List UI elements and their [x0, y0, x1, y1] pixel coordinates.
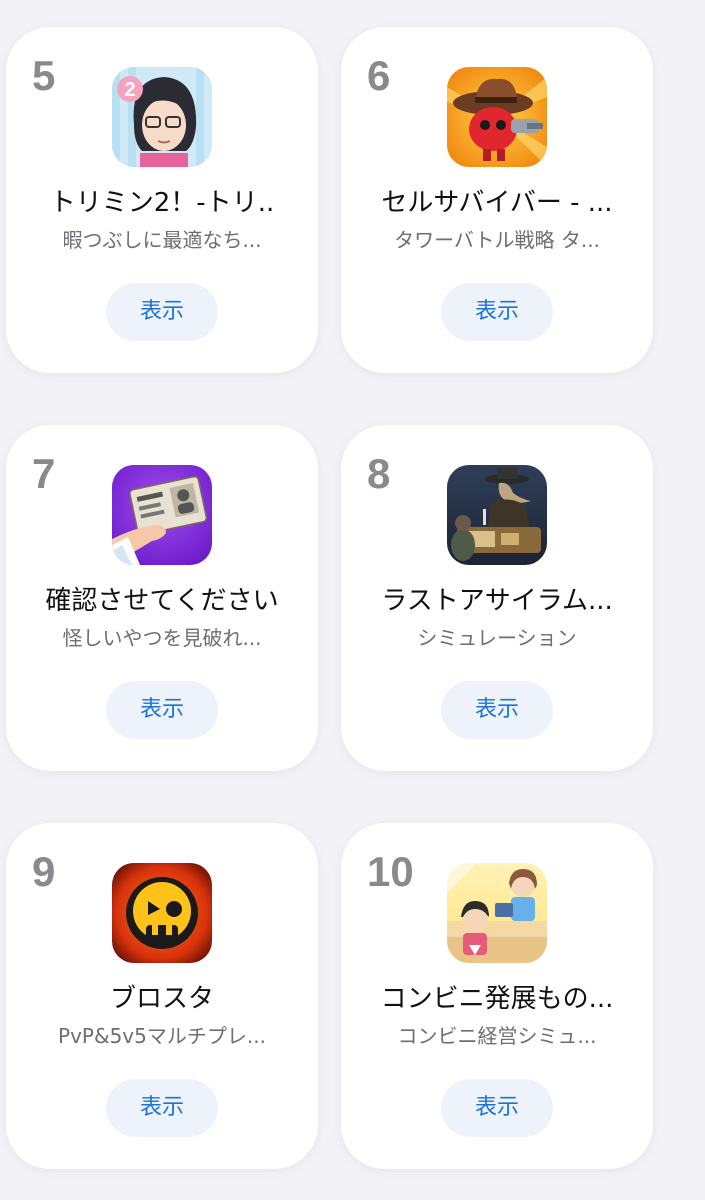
- app-subtitle: シミュレーション: [417, 626, 577, 650]
- character-glasses-icon[interactable]: 2: [112, 67, 212, 167]
- plague-doctor-icon[interactable]: [447, 465, 547, 565]
- app-subtitle: 暇つぶしに最適なち...: [62, 228, 262, 252]
- svg-text:2: 2: [124, 79, 135, 101]
- app-card-rank-10[interactable]: 10 コンビニ発展もの... コンビニ経営シミュ... 表示: [341, 823, 653, 1169]
- view-button[interactable]: 表示: [106, 283, 218, 341]
- app-name[interactable]: ラストアサイラム...: [357, 585, 637, 617]
- skull-badge-icon[interactable]: [112, 863, 212, 963]
- app-name[interactable]: コンビニ発展もの...: [357, 983, 637, 1015]
- app-subtitle: コンビニ経営シミュ...: [397, 1024, 597, 1048]
- rank-number: 8: [367, 450, 391, 497]
- view-button[interactable]: 表示: [106, 1079, 218, 1137]
- app-card-rank-7[interactable]: 7 確認させてください 怪しいやつを見破れ... 表示: [6, 425, 318, 771]
- app-subtitle: PvP&5v5マルチプレ...: [58, 1024, 266, 1048]
- app-name[interactable]: 確認させてください: [22, 585, 302, 617]
- rank-number: 10: [367, 848, 414, 895]
- rank-number: 5: [32, 52, 56, 99]
- id-card-icon[interactable]: [112, 465, 212, 565]
- convenience-store-icon[interactable]: [447, 863, 547, 963]
- view-button[interactable]: 表示: [441, 283, 553, 341]
- app-subtitle: タワーバトル戦略 タ...: [394, 228, 600, 252]
- view-button[interactable]: 表示: [441, 1079, 553, 1137]
- app-card-rank-6[interactable]: 6 セルサバイバー - ... タワーバトル戦略 タ... 表示: [341, 27, 653, 373]
- app-name[interactable]: トリミン2！-トリ..: [22, 187, 302, 219]
- app-name[interactable]: セルサバイバー - ...: [357, 187, 637, 219]
- rank-number: 7: [32, 450, 56, 497]
- cowboy-cell-icon[interactable]: [447, 67, 547, 167]
- rank-number: 9: [32, 848, 56, 895]
- rank-number: 6: [367, 52, 391, 99]
- view-button[interactable]: 表示: [106, 681, 218, 739]
- app-card-rank-5[interactable]: 5 2 トリミン2！-トリ.. 暇つぶしに最適なち... 表示: [6, 27, 318, 373]
- view-button[interactable]: 表示: [441, 681, 553, 739]
- app-card-rank-9[interactable]: 9 ブロスタ PvP&5v5マルチプレ... 表示: [6, 823, 318, 1169]
- app-card-rank-8[interactable]: 8 ラストアサイラム... シミュレーション 表示: [341, 425, 653, 771]
- app-name[interactable]: ブロスタ: [22, 983, 302, 1015]
- top-chart-grid: 5 2 トリミン2！-トリ.. 暇つぶしに最適なち... 表示 6 セルサバイバ…: [0, 0, 705, 1200]
- app-subtitle: 怪しいやつを見破れ...: [62, 626, 262, 650]
